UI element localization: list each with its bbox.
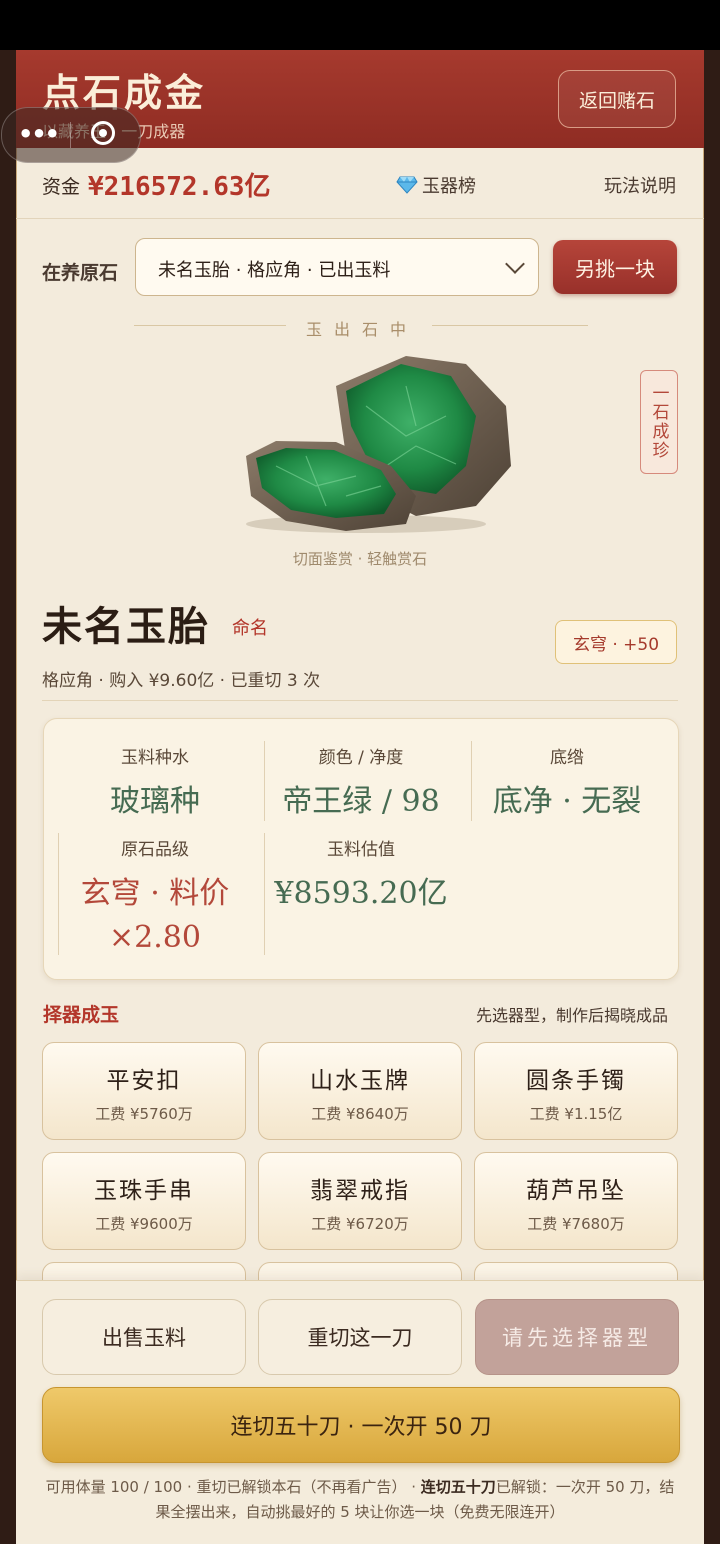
sell-jade-button[interactable]: 出售玉料 [42, 1299, 246, 1375]
stone-meta: 格应角 · 购入 ¥9.60亿 · 已重切 3 次 [42, 671, 321, 691]
footnote: 可用体量 100 / 100 · 重切已解锁本石（不再看广告） · 连切五十刀已… [42, 1475, 678, 1525]
craft-name: 玉珠手串 [94, 1178, 194, 1204]
attr-value: 玻璃种 [110, 784, 200, 819]
footnote-part: 可用体量 100 / 100 · 重切已解锁本石（不再看广告） · [45, 1478, 421, 1496]
capsule-divider [70, 122, 71, 148]
app-frame: 点石成金 以藏养玉 · 一刀成器 返回赌石 资金 ¥216572.63亿 玉器榜… [16, 50, 704, 1544]
craft-option[interactable]: 平安扣 工费 ¥5760万 [42, 1042, 246, 1140]
chevron-down-icon [505, 254, 525, 274]
attr-stone-grade: 原石品级 玄穹 · 料价 ×2.80 [52, 835, 258, 960]
craft-option[interactable]: 葫芦吊坠 工费 ¥7680万 [474, 1152, 678, 1250]
meta-divider [42, 700, 678, 701]
jade-rank-link[interactable]: 玉器榜 [396, 172, 476, 198]
craft-fee: 工费 ¥5760万 [95, 1105, 193, 1123]
footnote-highlight: 连切五十刀 [420, 1478, 496, 1496]
attr-color-clarity: 颜色 / 净度 帝王绿 / 98 [258, 743, 464, 824]
fund-value: ¥216572.63亿 [88, 172, 271, 202]
jade-rank-label: 玉器榜 [422, 176, 476, 197]
divider-left [134, 325, 286, 326]
craft-name: 山水玉牌 [310, 1068, 410, 1094]
craft-hint: 先选器型，制作后揭晓成品 [476, 1006, 669, 1025]
craft-section-title: 择器成玉 [43, 1004, 120, 1026]
status-bar [0, 0, 720, 50]
attr-jade-valuation: 玉料估值 ¥8593.20亿 [258, 835, 464, 916]
craft-name: 圆条手镯 [526, 1068, 626, 1094]
craft-name: 平安扣 [106, 1068, 182, 1094]
attr-value: ¥8593.20亿 [274, 876, 448, 911]
multi-cut-button[interactable]: 连切五十刀 · 一次开 50 刀 [42, 1387, 680, 1463]
diamond-icon [396, 176, 418, 194]
divider-right [432, 325, 588, 326]
more-icon[interactable]: ••• [18, 120, 60, 148]
attr-label: 玉料估值 [327, 840, 395, 860]
rename-link[interactable]: 命名 [232, 614, 268, 640]
back-to-gamble-button[interactable]: 返回赌石 [558, 70, 676, 128]
stone-dropdown-value: 未名玉胎 · 格应角 · 已出玉料 [158, 260, 391, 281]
jade-stone-image[interactable] [216, 346, 516, 536]
mini-program-capsule[interactable]: ••• [1, 107, 141, 163]
attr-value: 玄穹 · 料价 ×2.80 [80, 876, 230, 955]
craft-option[interactable]: 玉珠手串 工费 ¥9600万 [42, 1152, 246, 1250]
craft-option[interactable]: 翡翠戒指 工费 ¥6720万 [258, 1152, 462, 1250]
attr-jade-water: 玉料种水 玻璃种 [52, 743, 258, 824]
craft-fee: 工费 ¥8640万 [311, 1105, 409, 1123]
craft-option[interactable]: 圆条手镯 工费 ¥1.15亿 [474, 1042, 678, 1140]
side-tag: 一石成珍 [640, 370, 678, 474]
craft-option[interactable]: 山水玉牌 工费 ¥8640万 [258, 1042, 462, 1140]
stone-selector-row: 在养原石 未名玉胎 · 格应角 · 已出玉料 另挑一块 [16, 236, 704, 298]
recut-button[interactable]: 重切这一刀 [258, 1299, 462, 1375]
attr-value: 帝王绿 / 98 [282, 784, 440, 819]
attr-label: 原石品级 [121, 840, 189, 860]
attr-label: 颜色 / 净度 [318, 748, 404, 768]
section-title: 玉出石中 [306, 320, 419, 339]
attr-base-crack: 底绺 底净 · 无裂 [464, 743, 670, 824]
craft-fee: 工费 ¥7680万 [527, 1215, 625, 1233]
pick-another-button[interactable]: 另挑一块 [553, 240, 677, 294]
rules-link[interactable]: 玩法说明 [604, 172, 676, 198]
make-item-button[interactable]: 请先选择器型 [475, 1299, 679, 1375]
craft-fee: 工费 ¥6720万 [311, 1215, 409, 1233]
attr-label: 玉料种水 [121, 748, 189, 768]
stone-dropdown[interactable]: 未名玉胎 · 格应角 · 已出玉料 [135, 238, 539, 296]
craft-name: 葫芦吊坠 [526, 1178, 626, 1204]
craft-fee: 工费 ¥1.15亿 [529, 1105, 623, 1123]
fund-label: 资金 [42, 176, 81, 198]
stone-name: 未名玉胎 [42, 603, 210, 650]
stone-select-label: 在养原石 [42, 262, 119, 284]
attribute-card: 玉料种水 玻璃种 颜色 / 净度 帝王绿 / 98 底绺 底净 · 无裂 原石品… [43, 718, 679, 980]
left-backdrop [0, 50, 16, 1544]
craft-name: 翡翠戒指 [310, 1178, 410, 1204]
attr-label: 底绺 [550, 748, 584, 768]
craft-fee: 工费 ¥9600万 [95, 1215, 193, 1233]
right-backdrop [704, 50, 720, 1544]
grade-badge: 玄穹 · +50 [555, 620, 677, 664]
action-panel: 出售玉料 重切这一刀 请先选择器型 连切五十刀 · 一次开 50 刀 可用体量 … [16, 1280, 704, 1544]
close-target-icon[interactable] [91, 121, 115, 145]
stone-caption: 切面鉴赏 · 轻触赏石 [292, 550, 428, 568]
attr-value: 底净 · 无裂 [492, 784, 642, 819]
